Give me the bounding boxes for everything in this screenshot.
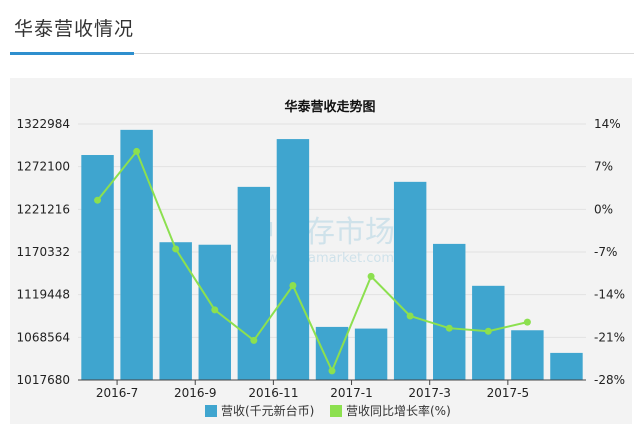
revenue-bar	[433, 243, 466, 380]
y-left-tick-label: 1017680	[17, 373, 70, 387]
y-right-tick-label: -21%	[594, 330, 625, 344]
revenue-bar	[276, 139, 310, 380]
revenue-chart: 华泰营收走势图 中国存市场 www.chinamarket.com 132298…	[17, 99, 625, 418]
chart-title: 华泰营收走势图	[284, 99, 375, 115]
x-tick-label: 2016-9	[174, 386, 217, 400]
legend-label-growth: 营收同比增长率(%)	[346, 403, 451, 418]
legend-swatch-growth	[330, 405, 342, 417]
legend-label-revenue: 营收(千元新台币)	[221, 403, 314, 418]
legend-swatch-revenue	[205, 405, 217, 417]
y-right-tick-label: -7%	[594, 245, 617, 259]
growth-rate-point	[250, 336, 258, 344]
y-left-tick-label: 1221216	[17, 202, 70, 216]
growth-rate-point	[133, 147, 141, 155]
growth-rate-point	[367, 272, 375, 280]
x-tick-label: 2017-3	[408, 386, 451, 400]
x-tick-label: 2016-11	[248, 386, 298, 400]
growth-rate-point	[406, 312, 414, 320]
growth-rate-point	[328, 367, 336, 375]
x-axis: 2016-7 2016-9 2016-11 2017-1 2017-3 2017-5	[78, 379, 586, 400]
y-right-tick-label: 7%	[594, 160, 613, 174]
y-left-tick-label: 1272100	[17, 160, 70, 174]
y-left-tick-label: 1068564	[17, 330, 70, 344]
growth-rate-point	[523, 318, 531, 326]
revenue-bar	[393, 181, 427, 380]
y-right-tick-label: -14%	[594, 288, 625, 302]
legend: 营收(千元新台币) 营收同比增长率(%)	[205, 403, 451, 418]
x-tick-label: 2016-7	[96, 386, 139, 400]
y-axis-left: 1322984 1272100 1221216 1170332 1119448 10685…	[17, 117, 70, 387]
growth-rate-point	[289, 282, 297, 290]
y-right-tick-label: -28%	[594, 373, 625, 387]
y-right-tick-label: 0%	[594, 202, 613, 216]
revenue-bar	[120, 129, 153, 380]
growth-rate-point	[172, 245, 180, 253]
revenue-bar	[511, 330, 544, 380]
revenue-bar	[81, 155, 114, 380]
growth-rate-point	[94, 196, 102, 204]
x-tick-label: 2017-1	[330, 386, 373, 400]
revenue-bar	[550, 352, 583, 380]
y-right-tick-label: 14%	[594, 117, 621, 131]
growth-rate-point	[445, 324, 453, 332]
y-left-tick-label: 1170332	[17, 245, 70, 259]
y-left-tick-label: 1119448	[17, 288, 70, 302]
y-left-tick-label: 1322984	[17, 117, 70, 131]
revenue-bar	[237, 186, 271, 380]
revenue-bar	[159, 242, 192, 380]
x-tick-label: 2017-5	[487, 386, 530, 400]
growth-rate-point	[484, 327, 492, 335]
revenue-bar	[354, 328, 388, 380]
growth-rate-point	[211, 306, 219, 314]
y-axis-right: 14% 7% 0% -7% -14% -21% -28%	[594, 117, 625, 387]
